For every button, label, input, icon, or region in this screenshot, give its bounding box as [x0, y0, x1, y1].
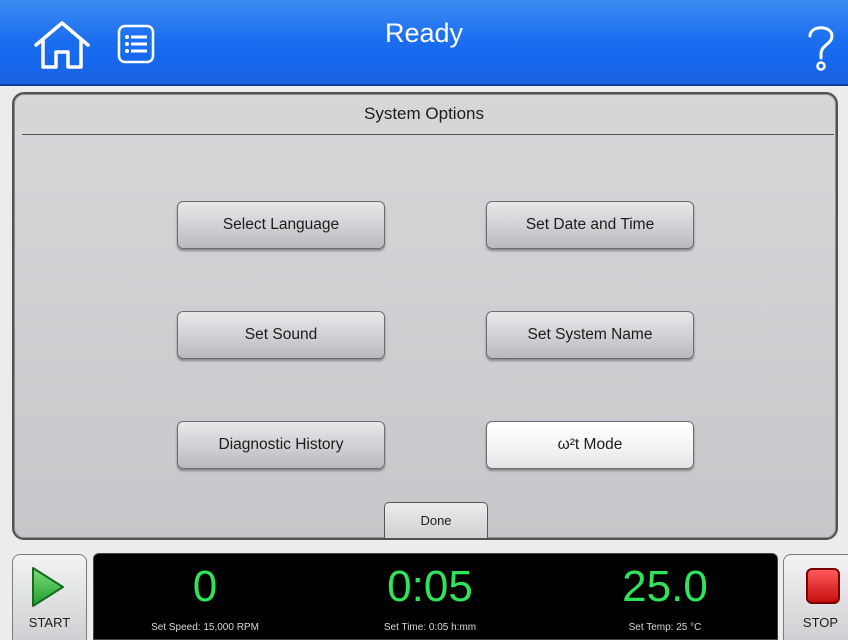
- question-mark-icon: [808, 26, 834, 71]
- set-sound-button[interactable]: Set Sound: [177, 311, 385, 359]
- start-label: START: [28, 615, 71, 630]
- set-date-time-button[interactable]: Set Date and Time: [486, 201, 694, 249]
- help-button[interactable]: [805, 22, 837, 72]
- time-setpoint: Set Time: 0:05 h:mm: [383, 622, 477, 633]
- speed-setpoint: Set Speed: 15,000 RPM: [151, 622, 259, 633]
- omega-squared-t-mode-button[interactable]: ω²t Mode: [486, 421, 694, 469]
- speed-value: 0: [192, 562, 218, 611]
- play-icon: [32, 567, 64, 607]
- temp-setpoint: Set Temp: 25 °C: [628, 622, 702, 633]
- system-options-panel: [12, 92, 838, 540]
- time-value: 0:05: [387, 562, 473, 611]
- panel-title: System Options: [364, 104, 484, 123]
- stop-label: STOP: [802, 615, 839, 630]
- done-button[interactable]: Done: [384, 502, 488, 538]
- title-divider: [22, 134, 834, 135]
- stop-square-icon: [806, 568, 840, 604]
- status-title: Ready: [384, 18, 464, 48]
- diagnostic-history-button[interactable]: Diagnostic History: [177, 421, 385, 469]
- set-system-name-button[interactable]: Set System Name: [486, 311, 694, 359]
- select-language-button[interactable]: Select Language: [177, 201, 385, 249]
- temp-value: 25.0: [622, 562, 708, 611]
